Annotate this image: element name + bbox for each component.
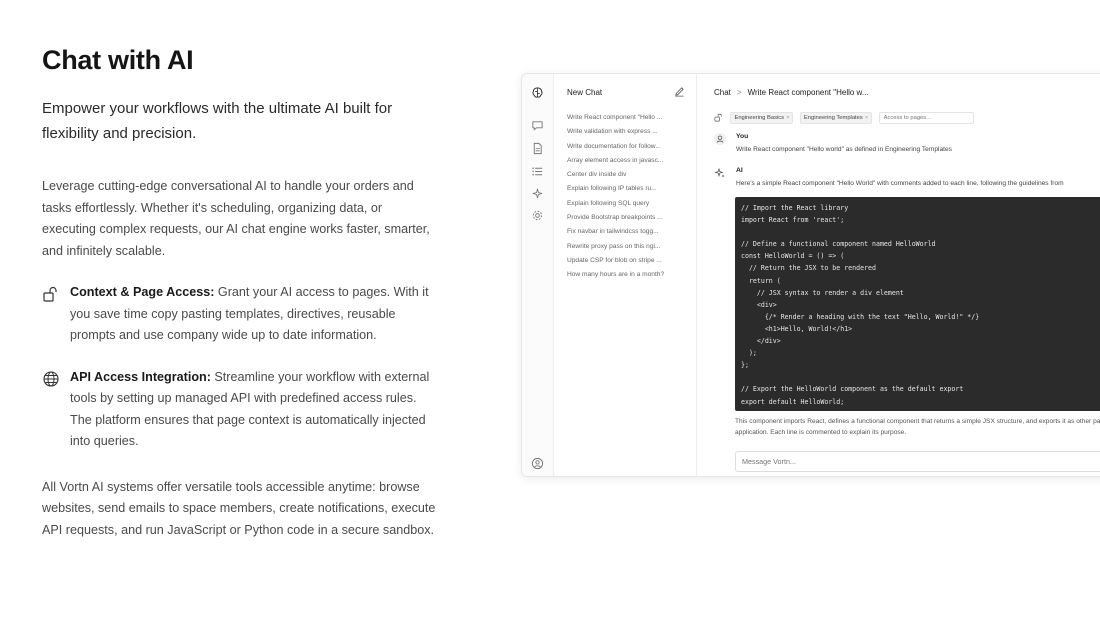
chevron-right-icon: > [736,88,742,97]
code-line: // Define a functional component named H… [741,240,936,249]
chat-list-item[interactable]: Write validation with express ... [567,125,693,139]
chat-list-item[interactable]: How many hours are in a month? [567,268,693,282]
message-author: You [736,133,749,140]
context-pages-row: Engineering Basics × Engineering Template… [714,109,974,124]
code-line: import React from 'react'; [741,216,845,225]
close-icon[interactable]: × [865,115,868,121]
globe-icon [43,370,59,387]
code-line: // JSX syntax to render a div element [741,288,904,297]
code-line: // Return the JSX to be rendered [741,264,876,273]
chat-list-item[interactable]: Fix navbar in tailwindcss togg... [567,225,693,239]
brain-logo-icon[interactable] [531,86,544,99]
document-icon[interactable] [531,142,544,155]
code-line: <div> [741,300,777,309]
user-circle-icon[interactable] [531,457,544,470]
chat-list-item[interactable]: Update CSP for blob on stripe ... [567,254,693,268]
message-text: Write React component "Hello world" as d… [736,146,952,153]
user-avatar-icon [714,133,726,145]
page-subtitle: Empower your workflows with the ultimate… [42,100,393,142]
chat-history-sidebar: New Chat Write React component "Hello ..… [554,74,697,476]
feature-title: API Access Integration: [70,369,211,384]
chat-main: Chat > Write React component "Hello w... E… [697,74,1100,476]
new-chat-label[interactable]: New Chat [567,88,602,97]
breadcrumb: Chat > Write React component "Hello w... [714,88,869,97]
chat-list-item[interactable]: Write documentation for follow... [567,140,693,154]
chat-bubble-icon[interactable] [531,119,544,132]
ai-sparkle-icon [714,167,726,179]
feature-context-access: Context & Page Access: Grant your AI acc… [42,282,437,347]
code-block[interactable]: // Import the React library import React… [735,197,1100,411]
chat-list-item[interactable]: Explain following SQL query [567,197,693,211]
outro-paragraph: All Vortn AI systems offer versatile too… [42,479,436,537]
marketing-column: Chat with AI Empower your workflows with… [42,40,442,541]
close-icon[interactable]: × [786,115,789,121]
context-pages-input[interactable] [878,111,974,124]
app-window: New Chat Write React component "Hello ..… [521,73,1100,477]
breadcrumb-current: Write React component "Hello w... [747,88,869,97]
message-author: AI [736,167,743,174]
chip-label: Engineering Templates [803,114,863,121]
lock-open-icon [43,286,57,302]
message-composer-input[interactable] [735,451,1100,472]
sparkles-icon[interactable] [531,187,544,200]
feature-api-integration: API Access Integration: Streamline your … [42,367,437,453]
code-line: export default HelloWorld; [741,397,845,406]
context-chip: Engineering Basics × [730,111,794,124]
chat-list-item[interactable]: Center div inside div [567,168,693,182]
code-line: ); [741,349,757,358]
code-line: </div> [741,337,781,346]
intro-paragraph: Leverage cutting-edge conversational AI … [42,179,430,258]
code-line: }; [741,361,749,370]
chip-label: Engineering Basics [734,114,785,121]
code-line: const HelloWorld = () => ( [741,252,845,261]
list-icon[interactable] [531,165,544,178]
chat-list-item[interactable]: Array element access in javasc... [567,154,693,168]
code-line: {/* Render a heading with the text "Hell… [741,312,980,321]
chat-list-item[interactable]: Write React component "Hello ... [567,111,693,125]
chat-list-item[interactable]: Provide Bootstrap breakpoints ... [567,211,693,225]
feature-title: Context & Page Access: [70,285,215,299]
code-line: // Export the HelloWorld component as th… [741,385,964,394]
code-line: return ( [741,276,781,285]
breadcrumb-root[interactable]: Chat [714,88,731,97]
context-chip: Engineering Templates × [799,111,873,124]
message-text: Here's a simple React component "Hello W… [736,180,1064,187]
chat-list-item[interactable]: Explain following IP tables ru... [567,182,693,196]
code-line: <h1>Hello, World!</h1> [741,324,853,333]
chat-list: Write React component "Hello ... Write v… [567,111,693,283]
settings-icon[interactable] [531,209,544,222]
icon-rail [522,74,554,476]
lock-open-icon [714,114,722,122]
code-line: // Import the React library [741,204,849,212]
page-title: Chat with AI [42,45,194,75]
chat-list-item[interactable]: Rewrite proxy pass on this ngi... [567,240,693,254]
new-chat-edit-icon[interactable] [674,86,685,97]
ai-message-outro: This component imports React, defines a … [735,418,1100,436]
